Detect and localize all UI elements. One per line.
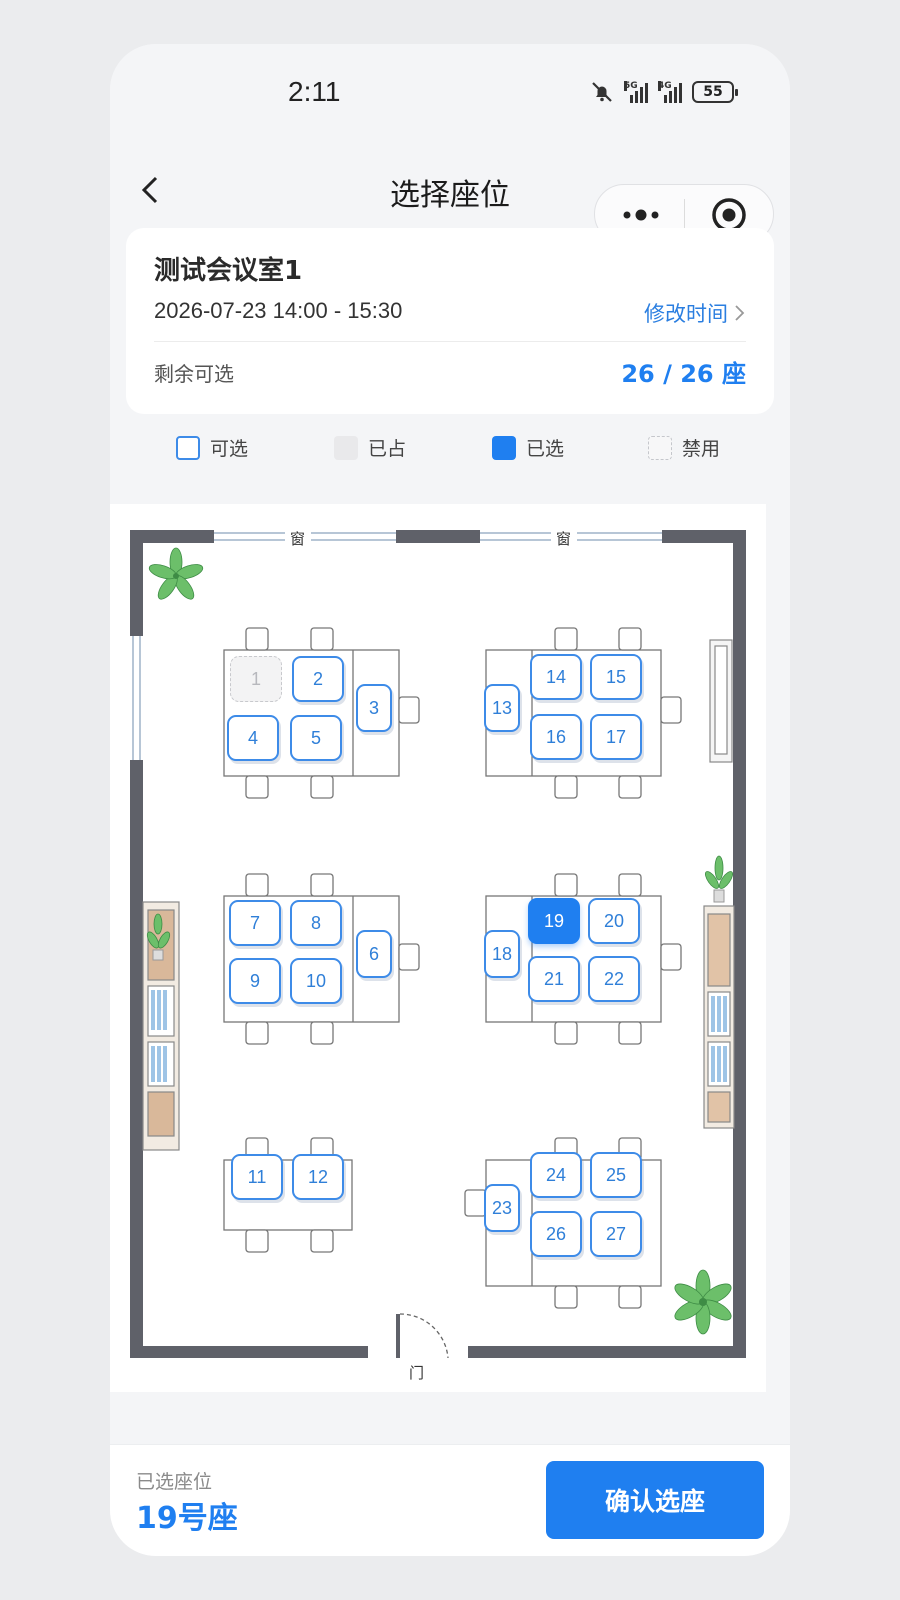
- door-label: 门: [409, 1364, 425, 1382]
- seat-13[interactable]: 13: [484, 684, 520, 732]
- seat-17[interactable]: 17: [590, 714, 642, 760]
- seat-27[interactable]: 27: [590, 1211, 642, 1257]
- seat-14[interactable]: 14: [530, 654, 582, 700]
- card-divider: [154, 341, 746, 342]
- window-label-1: 窗: [290, 530, 306, 548]
- legend-taken-label: 已占: [368, 438, 407, 460]
- legend-disabled-label: 禁用: [682, 438, 721, 460]
- seat-8[interactable]: 8: [290, 900, 342, 946]
- seat-24[interactable]: 24: [530, 1152, 582, 1198]
- seat-legend: 可选 已占 已选 禁用: [110, 428, 790, 468]
- legend-selected: 已选: [492, 434, 564, 461]
- seat-10[interactable]: 10: [290, 958, 342, 1004]
- bottom-bar: 已选座位 19号座 确认选座: [110, 1444, 790, 1556]
- more-dots-icon[interactable]: [619, 203, 663, 227]
- seat-4[interactable]: 4: [227, 715, 279, 761]
- selected-seat-label: 已选座位: [136, 1471, 213, 1493]
- remaining-label: 剩余可选: [154, 362, 234, 386]
- booking-info-card: 测试会议室1 2026-07-23 14:00 - 15:30 修改时间 剩余可…: [126, 228, 774, 414]
- modify-time-label: 修改时间: [644, 302, 728, 326]
- seat-18[interactable]: 18: [484, 930, 520, 978]
- seat-6[interactable]: 6: [356, 930, 392, 978]
- seat-9[interactable]: 9: [229, 958, 281, 1004]
- chevron-right-icon: [735, 305, 745, 321]
- selected-swatch: [492, 435, 516, 460]
- seat-23[interactable]: 23: [484, 1184, 520, 1232]
- network-5g-label: 5G: [624, 81, 638, 91]
- window-label-2: 窗: [556, 530, 572, 548]
- signal-5g-icon: 5G: [624, 81, 648, 103]
- floor-plan-drawing: [130, 528, 746, 1359]
- seat-12[interactable]: 12: [292, 1154, 344, 1200]
- taken-swatch: [334, 435, 358, 460]
- status-icons: 5G 4G 55: [590, 80, 738, 104]
- network-4g-label: 4G: [658, 81, 672, 91]
- seat-1[interactable]: 1: [230, 656, 282, 702]
- seat-21[interactable]: 21: [528, 956, 580, 1002]
- modify-time-link[interactable]: 修改时间: [644, 298, 746, 328]
- legend-selected-label: 已选: [526, 438, 565, 460]
- legend-taken: 已占: [334, 434, 406, 461]
- phone-screen: 2:11 5G 4G 55 选择座位 测试会议室1 2026-07-23 14:…: [110, 44, 790, 1556]
- seat-25[interactable]: 25: [590, 1152, 642, 1198]
- seat-20[interactable]: 20: [588, 898, 640, 944]
- disabled-swatch: [648, 435, 672, 460]
- seat-11[interactable]: 11: [231, 1154, 283, 1200]
- available-swatch: [176, 435, 200, 460]
- seat-22[interactable]: 22: [588, 956, 640, 1002]
- seat-26[interactable]: 26: [530, 1211, 582, 1257]
- seat-5[interactable]: 5: [290, 715, 342, 761]
- remaining-count: 26 / 26 座: [621, 360, 746, 388]
- legend-available-label: 可选: [210, 438, 249, 460]
- status-bar: 2:11 5G 4G 55: [110, 44, 790, 140]
- room-name: 测试会议室1: [154, 256, 303, 286]
- battery-icon: 55: [692, 81, 738, 103]
- floor-plan: 窗 窗 门 1 2 3 4 5 6 7 8 9 10 11 12 13 14 1…: [110, 504, 766, 1392]
- signal-4g-icon: 4G: [658, 81, 682, 103]
- selected-seat-value: 19号座: [136, 1501, 238, 1536]
- mute-bell-icon: [592, 82, 612, 102]
- seat-15[interactable]: 15: [590, 654, 642, 700]
- seat-3[interactable]: 3: [356, 684, 392, 732]
- confirm-seat-button[interactable]: 确认选座: [546, 1461, 764, 1539]
- seat-7[interactable]: 7: [229, 900, 281, 946]
- capsule-divider: [684, 199, 685, 231]
- status-time: 2:11: [288, 76, 341, 107]
- legend-available: 可选: [176, 434, 248, 461]
- seat-16[interactable]: 16: [530, 714, 582, 760]
- seat-19[interactable]: 19: [528, 898, 580, 944]
- booking-datetime: 2026-07-23 14:00 - 15:30: [154, 298, 403, 323]
- legend-disabled: 禁用: [648, 434, 720, 461]
- seat-2[interactable]: 2: [292, 656, 344, 702]
